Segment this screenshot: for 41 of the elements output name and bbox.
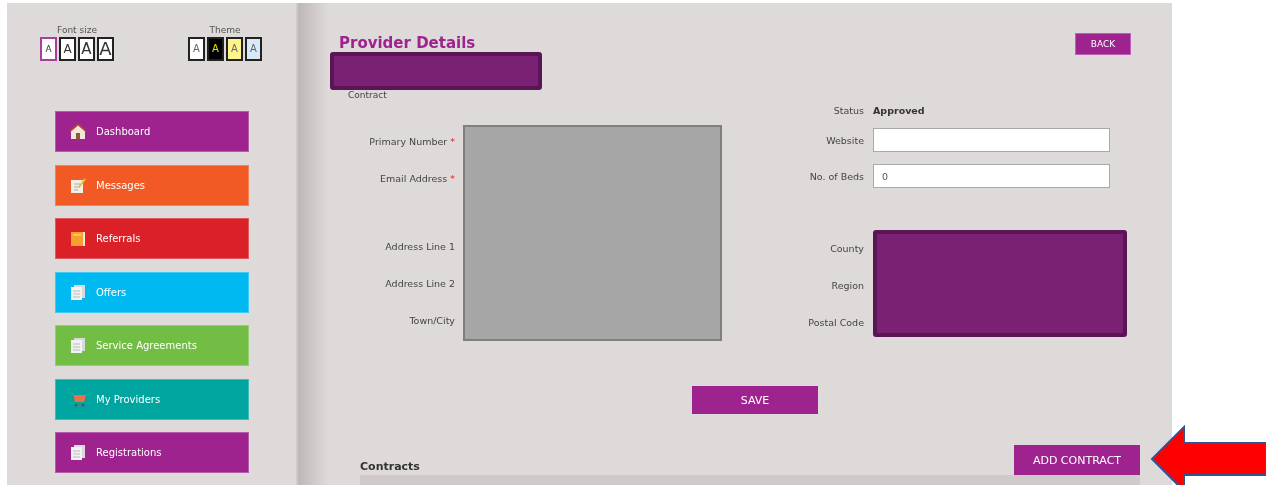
save-button[interactable]: SAVE (692, 386, 818, 414)
field-label: Address Line 2 (384, 277, 455, 291)
field-label: Address Line 1 (384, 240, 455, 254)
field-label: Primary Number * (368, 135, 455, 149)
field-label: Postal Code (807, 316, 864, 330)
font-size-option[interactable]: A (59, 37, 76, 61)
page-title: Provider Details (338, 34, 477, 52)
house-icon (70, 124, 86, 139)
back-button[interactable]: BACK (1075, 33, 1131, 55)
field-label: Region (830, 279, 864, 293)
field-label: No. of Beds (808, 170, 864, 182)
section-title: Contracts (360, 460, 420, 475)
add-contract-button[interactable]: ADD CONTRACT (1014, 445, 1140, 475)
cart-icon (70, 391, 86, 407)
document-icon (70, 338, 86, 353)
theme-option[interactable]: A (245, 37, 262, 61)
notepad-icon (70, 177, 86, 193)
field-label: County (829, 242, 864, 256)
page-subtitle: Contract (347, 90, 388, 100)
document-icon (70, 445, 86, 460)
sidebar-item[interactable]: Referrals (55, 218, 249, 259)
field-label: Website (825, 134, 864, 146)
document-icon (70, 284, 86, 300)
field-label: Email Address * (379, 172, 455, 186)
font-size-option[interactable]: A (97, 37, 114, 61)
field-label: Town/City (408, 314, 455, 328)
theme-label: Theme (209, 25, 241, 35)
input-field[interactable]: 0 (873, 164, 1110, 188)
input-field[interactable] (873, 128, 1110, 152)
theme-option[interactable]: A (188, 37, 205, 61)
font-size-label: Font size (57, 25, 97, 35)
theme-option[interactable]: A (207, 37, 224, 61)
font-size-option[interactable]: A (78, 37, 95, 61)
theme-option[interactable]: A (226, 37, 243, 61)
font-size-option[interactable]: A (40, 37, 57, 61)
sidebar-item[interactable]: Dashboard (55, 111, 249, 152)
arrow-icon (1150, 425, 1266, 485)
status-value: Approved (873, 104, 925, 116)
sidebar-item[interactable]: Registrations (55, 432, 249, 473)
field-label: Status (832, 104, 864, 116)
book-icon (70, 231, 86, 246)
